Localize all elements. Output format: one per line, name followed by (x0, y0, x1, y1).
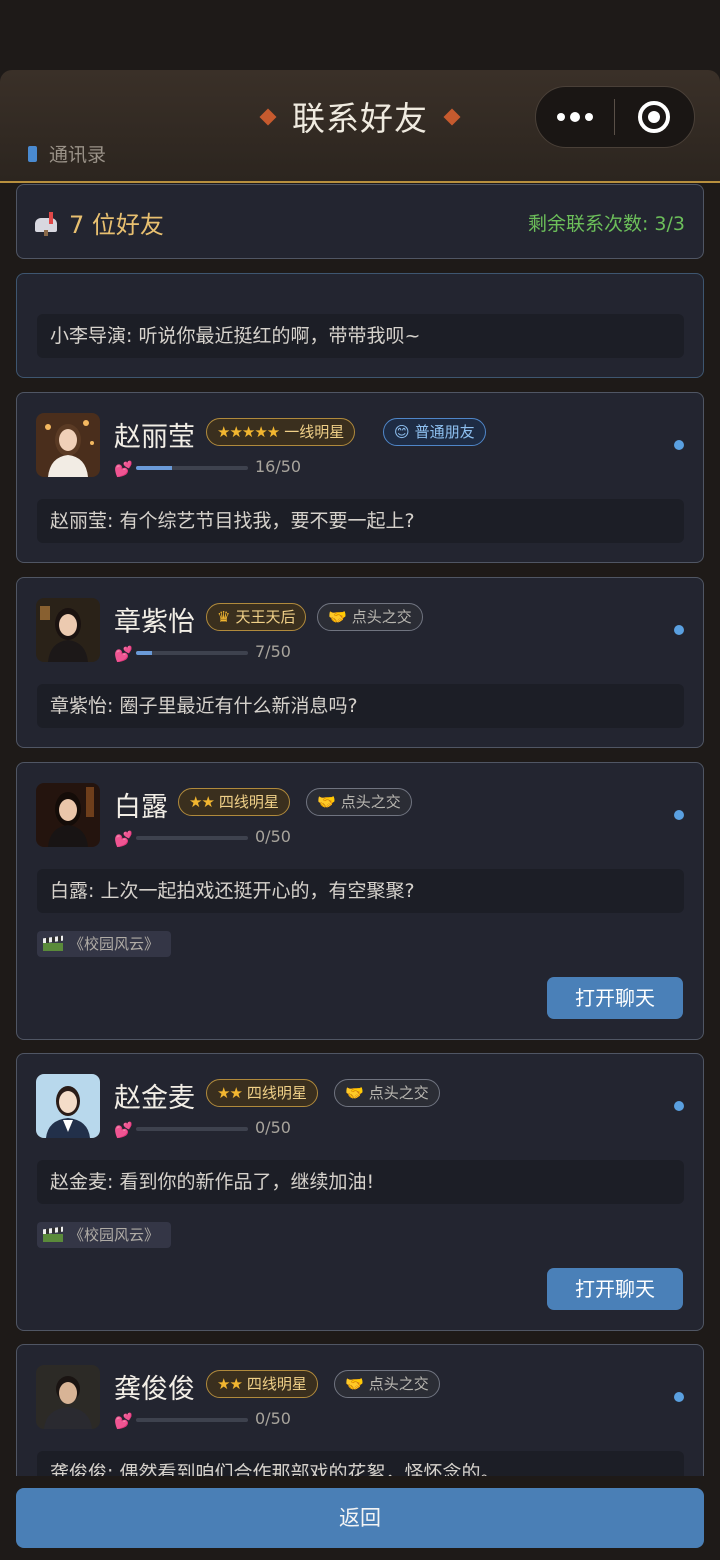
last-message: 章紫怡: 圈子里最近有什么新消息吗? (37, 684, 684, 728)
mailbox-icon (35, 211, 61, 236)
relation-badge: 🤝 点头之交 (334, 1079, 440, 1107)
app-header: 联系好友 通讯录 (0, 70, 720, 183)
work-tag: 《校园风云》 (37, 931, 172, 957)
work-tag-label: 《校园风云》 (69, 935, 160, 953)
open-chat-button[interactable]: 打开聊天 (547, 977, 683, 1019)
friend-name: 龚俊俊 (114, 1374, 195, 1405)
clapperboard-icon (43, 1226, 63, 1242)
relation-badge: 🤝 点头之交 (317, 603, 423, 631)
heart-icon: 💕 (114, 1121, 133, 1139)
relation-label: 点头之交 (340, 793, 401, 811)
friend-name: 白露 (114, 792, 168, 823)
relation-label: 普通朋友 (414, 423, 475, 441)
favor-score: 0/50 (255, 1409, 291, 1428)
friend-name: 赵丽莹 (114, 422, 195, 453)
rank-badge: ★★ 四线明星 (206, 1370, 318, 1398)
section-subtitle: 通讯录 (28, 140, 106, 167)
friend-card[interactable]: 赵丽莹 ★★★★★ 一线明星 😊 普通朋友 💕 16/50 赵丽莹: 有个综艺节… (16, 392, 704, 563)
avatar (36, 413, 100, 477)
rank-label: 四线明星 (246, 1375, 307, 1393)
notice-message: 小李导演: 听说你最近挺红的啊，带带我呗~ (37, 314, 684, 358)
rank-label: 天王天后 (235, 608, 296, 626)
handshake-icon: 🤝 (345, 1084, 364, 1102)
rank-badge: ★★ 四线明星 (178, 788, 290, 816)
heart-icon: 💕 (114, 460, 133, 478)
book-icon (28, 145, 37, 162)
rank-label: 四线明星 (218, 793, 279, 811)
relation-badge: 🤝 点头之交 (334, 1370, 440, 1398)
favor-progress (136, 466, 248, 470)
unread-dot (674, 440, 684, 450)
friend-card[interactable]: 章紫怡 ♛ 天王天后 🤝 点头之交 💕 7/50 章紫怡: 圈子里最近有什么新消… (16, 577, 704, 748)
heart-icon: 💕 (114, 1412, 133, 1430)
favor-score: 16/50 (255, 457, 302, 476)
favor-progress (136, 1127, 248, 1131)
friend-card[interactable]: 赵金麦 ★★ 四线明星 🤝 点头之交 💕 0/50 赵金麦: 看到你的新作品了，… (16, 1053, 704, 1331)
work-tag-label: 《校园风云》 (69, 1226, 160, 1244)
subtitle-text: 通讯录 (49, 144, 107, 166)
unread-dot (674, 810, 684, 820)
last-message: 赵丽莹: 有个综艺节目找我，要不要一起上? (37, 499, 684, 543)
rank-badge: ★★★★★ 一线明星 (206, 418, 356, 446)
back-button[interactable]: 返回 (16, 1488, 704, 1548)
heart-icon: 💕 (114, 830, 133, 848)
favor-score: 0/50 (255, 1118, 291, 1137)
more-icon[interactable] (536, 87, 614, 147)
last-message: 赵金麦: 看到你的新作品了，继续加油! (37, 1160, 684, 1204)
rank-label: 四线明星 (246, 1084, 307, 1102)
status-bar-area (0, 0, 720, 70)
unread-dot (674, 1392, 684, 1402)
relation-label: 点头之交 (368, 1084, 429, 1102)
friend-count-label: 7 位好友 (69, 211, 164, 239)
page-title-text: 联系好友 (292, 99, 428, 138)
diamond-icon (259, 108, 277, 125)
favor-progress (136, 836, 248, 840)
star-rating-icon: ★★ (217, 1375, 243, 1393)
open-chat-button[interactable]: 打开聊天 (547, 1268, 683, 1310)
diamond-icon (443, 108, 461, 125)
rank-badge: ♛ 天王天后 (206, 603, 307, 631)
handshake-icon: 🤝 (317, 793, 336, 811)
star-rating-icon: ★★ (189, 793, 215, 811)
notice-card[interactable]: 小李导演: 听说你最近挺红的啊，带带我呗~ (16, 273, 704, 378)
crown-icon: ♛ (217, 608, 231, 626)
heart-icon: 💕 (114, 645, 133, 663)
friend-name: 章紫怡 (114, 607, 195, 638)
friend-count: 7 位好友 (35, 205, 164, 240)
close-target-icon[interactable] (615, 87, 695, 147)
favor-score: 0/50 (255, 827, 291, 846)
rank-badge: ★★ 四线明星 (206, 1079, 318, 1107)
avatar (36, 783, 100, 847)
relation-label: 点头之交 (351, 608, 412, 626)
last-message: 白露: 上次一起拍戏还挺开心的，有空聚聚? (37, 869, 684, 913)
avatar (36, 1365, 100, 1429)
smile-icon: 😊 (394, 423, 410, 441)
unread-dot (674, 625, 684, 635)
relation-badge: 😊 普通朋友 (383, 418, 486, 446)
star-rating-icon: ★★★★★ (217, 423, 280, 441)
work-tag: 《校园风云》 (37, 1222, 172, 1248)
friends-summary: 7 位好友 剩余联系次数: 3/3 (16, 184, 704, 259)
mini-program-capsule (535, 86, 695, 148)
favor-score: 7/50 (255, 642, 291, 661)
favor-progress (136, 651, 248, 655)
handshake-icon: 🤝 (345, 1375, 364, 1393)
relation-label: 点头之交 (368, 1375, 429, 1393)
avatar (36, 1074, 100, 1138)
friend-name: 赵金麦 (114, 1083, 195, 1114)
relation-badge: 🤝 点头之交 (306, 788, 412, 816)
remaining-contacts: 剩余联系次数: 3/3 (527, 213, 685, 235)
favor-progress (136, 1418, 248, 1422)
rank-label: 一线明星 (284, 423, 345, 441)
star-rating-icon: ★★ (217, 1084, 243, 1102)
friend-card[interactable]: 白露 ★★ 四线明星 🤝 点头之交 💕 0/50 白露: 上次一起拍戏还挺开心的… (16, 762, 704, 1040)
unread-dot (674, 1101, 684, 1111)
avatar (36, 598, 100, 662)
clapperboard-icon (43, 935, 63, 951)
handshake-icon: 🤝 (328, 608, 347, 626)
